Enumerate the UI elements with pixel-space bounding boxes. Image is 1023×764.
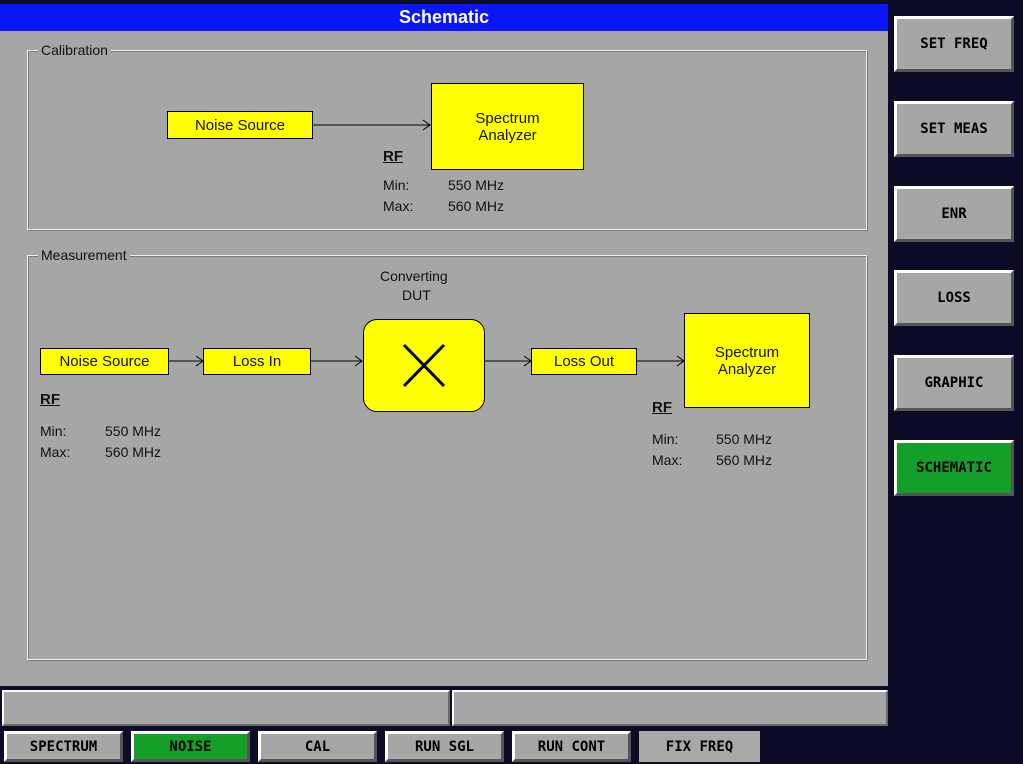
- loss-in-box: Loss In: [203, 348, 311, 375]
- cal-rf-title: RF: [383, 148, 403, 165]
- meas-rf-left-title: RF: [40, 391, 60, 408]
- meas-right-max-label: Max:: [652, 452, 683, 468]
- meas-left-min-value: 550 MHz: [105, 423, 162, 439]
- status-field-left: [2, 690, 450, 726]
- meas-right-min-value: 550 MHz: [716, 431, 773, 447]
- dut-label-line1: Converting: [380, 268, 448, 284]
- hotkey-run-cont[interactable]: RUN CONT: [512, 731, 631, 762]
- softkey-set-meas[interactable]: SET MEAS: [894, 101, 1014, 157]
- meas-analyzer-line1: Spectrum: [714, 343, 780, 361]
- softkey-schematic[interactable]: SCHEMATIC: [894, 440, 1014, 496]
- status-field-right: [452, 690, 888, 726]
- cal-spectrum-analyzer: Spectrum Analyzer: [431, 83, 584, 170]
- hotkey-cal[interactable]: CAL: [258, 731, 377, 762]
- hotkey-spectrum[interactable]: SPECTRUM: [4, 731, 123, 762]
- loss-out-box: Loss Out: [531, 348, 637, 375]
- meas-right-max-value: 560 MHz: [716, 452, 773, 468]
- meas-right-min-label: Min:: [652, 431, 679, 447]
- meas-left-min-label: Min:: [40, 423, 67, 439]
- hotkey-fix-freq[interactable]: FIX FREQ: [639, 731, 760, 762]
- cal-min-value: 550 MHz: [448, 177, 505, 193]
- meas-left-max-value: 560 MHz: [105, 444, 162, 460]
- softkey-graphic[interactable]: GRAPHIC: [894, 355, 1014, 411]
- cal-max-value: 560 MHz: [448, 198, 505, 214]
- dut-label-line2: DUT: [402, 287, 431, 303]
- meas-noise-source: Noise Source: [40, 348, 169, 375]
- softkey-enr[interactable]: ENR: [894, 186, 1014, 242]
- cal-analyzer-line2: Analyzer: [478, 126, 537, 144]
- softkey-loss[interactable]: LOSS: [894, 270, 1014, 326]
- meas-analyzer-line2: Analyzer: [717, 360, 777, 378]
- cal-max-label: Max:: [383, 198, 414, 214]
- meas-left-max-label: Max:: [40, 444, 71, 460]
- mixer-cross-icon: [402, 343, 446, 388]
- cal-analyzer-line1: Spectrum: [475, 109, 540, 127]
- cal-min-label: Min:: [383, 177, 410, 193]
- converting-dut-box: [363, 319, 485, 412]
- hotkey-run-sgl[interactable]: RUN SGL: [385, 731, 504, 762]
- cal-noise-source: Noise Source: [167, 111, 313, 139]
- hotkey-noise[interactable]: NOISE: [131, 731, 250, 762]
- window-title: Schematic: [0, 4, 888, 31]
- schematic-panel: Calibration Measurement Noise Source Spe…: [0, 31, 888, 686]
- softkey-set-freq[interactable]: SET FREQ: [894, 16, 1014, 72]
- meas-spectrum-analyzer: Spectrum Analyzer: [684, 313, 810, 408]
- meas-rf-right-title: RF: [652, 399, 672, 416]
